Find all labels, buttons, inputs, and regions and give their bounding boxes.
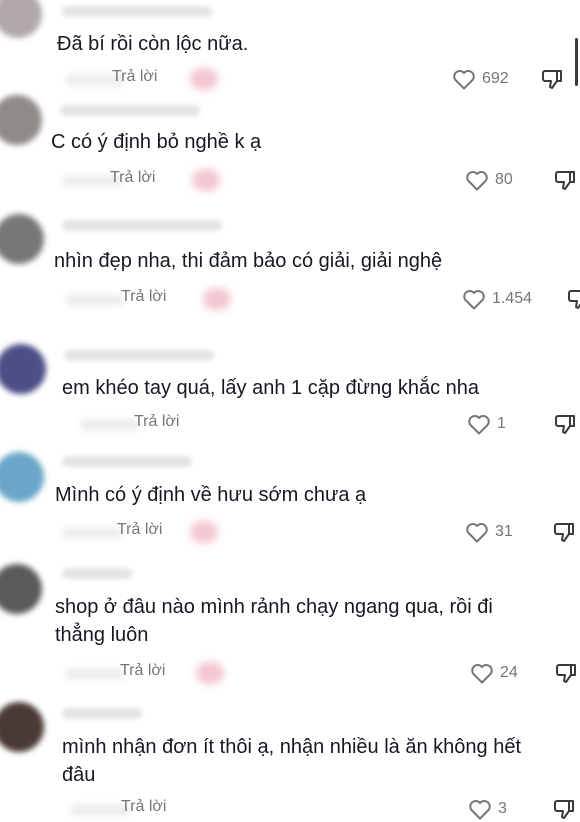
reply-button[interactable]: Trả lời — [121, 798, 166, 816]
heart-icon — [466, 523, 488, 543]
like-count: 31 — [495, 523, 513, 540]
comment-text-line1: shop ở đâu nào mình rảnh chạy ngang qua,… — [55, 596, 493, 618]
username-blurred[interactable] — [62, 6, 212, 17]
thumbs-down-icon[interactable] — [554, 661, 578, 685]
avatar[interactable] — [0, 564, 42, 614]
like-count: 80 — [495, 171, 513, 188]
thumbs-down-icon[interactable] — [552, 797, 576, 821]
like-count: 24 — [500, 664, 518, 681]
like-button[interactable]: 692 — [452, 66, 509, 92]
thumbs-down-icon[interactable] — [552, 520, 576, 544]
reply-button[interactable]: Trả lời — [110, 169, 155, 187]
heart-icon — [453, 70, 475, 90]
reply-button[interactable]: Trả lời — [112, 68, 157, 86]
like-count: 692 — [482, 70, 509, 87]
avatar[interactable] — [0, 702, 44, 752]
comment-text-line2: thẳng luôn — [55, 624, 149, 646]
heart-icon — [466, 171, 488, 191]
heart-icon — [469, 800, 491, 820]
like-button[interactable]: 1 — [467, 411, 506, 437]
thumbs-down-icon[interactable] — [553, 412, 577, 436]
like-button[interactable]: 1.454 — [462, 286, 532, 312]
comment-text: Đã bí rồi còn lộc nữa. — [57, 33, 249, 55]
avatar[interactable] — [0, 452, 44, 502]
like-button[interactable]: 3 — [468, 796, 507, 822]
avatar[interactable] — [0, 0, 42, 38]
heart-icon — [463, 290, 485, 310]
comment-text: em khéo tay quá, lấy anh 1 cặp đừng khắc… — [62, 377, 480, 399]
thumbs-down-icon[interactable] — [553, 168, 577, 192]
username-blurred[interactable] — [62, 708, 142, 719]
like-button[interactable]: 80 — [465, 167, 513, 193]
like-button[interactable]: 31 — [465, 519, 513, 545]
thumbs-down-icon[interactable] — [540, 67, 564, 91]
thumbs-down-icon[interactable] — [566, 287, 580, 311]
comment-text: C có ý định bỏ nghề k ạ — [51, 131, 262, 153]
avatar[interactable] — [0, 214, 44, 264]
avatar[interactable] — [0, 344, 46, 394]
reply-button[interactable]: Trả lời — [121, 288, 166, 306]
comment-text-line1: mình nhận đơn ít thôi ạ, nhận nhiều là ă… — [62, 736, 522, 758]
username-blurred[interactable] — [62, 456, 192, 467]
username-blurred[interactable] — [62, 568, 132, 579]
username-blurred[interactable] — [64, 350, 214, 361]
like-count: 3 — [498, 800, 507, 817]
username-blurred[interactable] — [60, 105, 200, 116]
username-blurred[interactable] — [62, 220, 222, 231]
comment-text: nhìn đẹp nha, thi đảm bảo có giải, giải … — [54, 250, 443, 272]
like-count: 1 — [497, 415, 506, 432]
comment-text: Mình có ý định về hưu sớm chưa ạ — [55, 484, 367, 506]
like-button[interactable]: 24 — [470, 660, 518, 686]
heart-icon — [468, 415, 490, 435]
heart-icon — [471, 664, 493, 684]
reply-button[interactable]: Trả lời — [117, 521, 162, 539]
reply-button[interactable]: Trả lời — [120, 662, 165, 680]
avatar[interactable] — [0, 95, 42, 145]
scrollbar[interactable] — [575, 38, 578, 86]
like-count: 1.454 — [492, 290, 533, 307]
comment-text-line2: đâu — [62, 764, 96, 786]
reply-button[interactable]: Trả lời — [134, 413, 179, 431]
